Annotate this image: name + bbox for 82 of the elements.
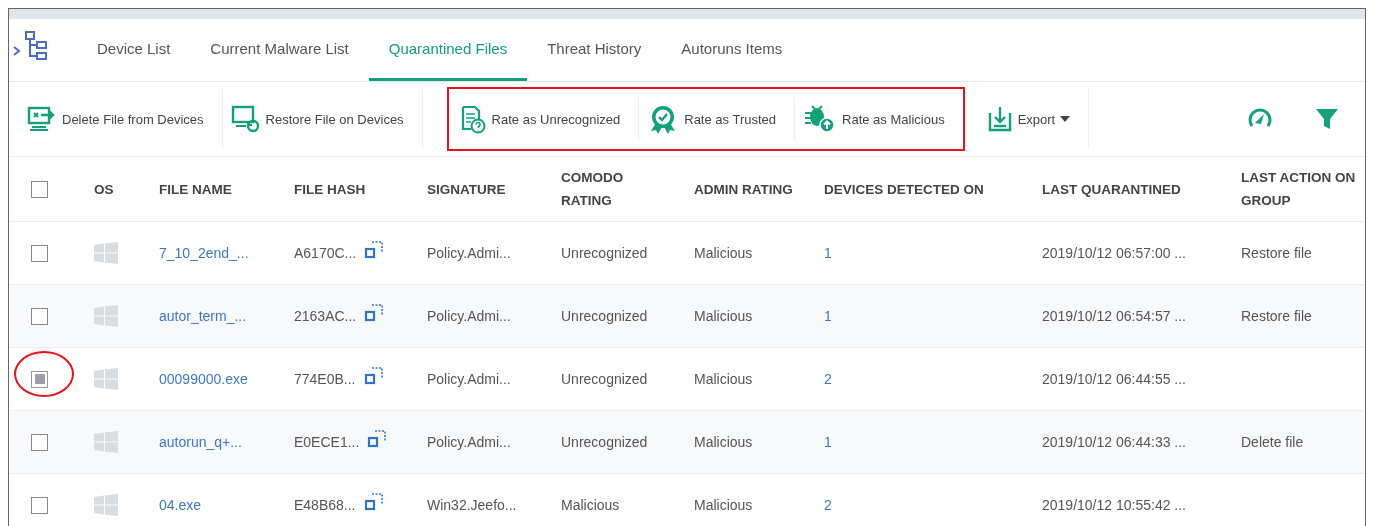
monitor-icon: [27, 106, 57, 132]
device-count-link[interactable]: 1: [824, 245, 832, 261]
table-cell: 2019/10/12 06:44:55 ...: [1042, 371, 1186, 387]
column-header[interactable]: SIGNATURE: [427, 177, 506, 201]
table-cell: 774E0B...: [294, 371, 356, 387]
toolbar-button[interactable]: Delete File from Devices: [19, 97, 222, 141]
windows-icon: [94, 368, 118, 390]
table-cell: Policy.Admi...: [427, 245, 511, 261]
table-cell: Malicious: [694, 245, 753, 261]
windows-icon: [94, 494, 118, 516]
file-name-link[interactable]: 00099000.exe: [159, 371, 248, 387]
copy-icon[interactable]: [363, 366, 384, 386]
table-cell: Unrecognized: [561, 434, 648, 450]
tab[interactable]: Threat History: [527, 19, 662, 81]
column-header[interactable]: COMODO RATING: [561, 166, 676, 212]
table-cell: Policy.Admi...: [427, 434, 511, 450]
device-count-link[interactable]: 2: [824, 371, 832, 387]
checkbox[interactable]: [31, 370, 48, 388]
table-cell: Win32.Jeefo...: [427, 497, 517, 513]
table-cell: Restore file: [1241, 245, 1312, 261]
toolbar-button[interactable]: Restore File on Devices: [222, 97, 422, 141]
column-header[interactable]: FILE NAME: [159, 177, 232, 201]
download-icon: [986, 105, 1013, 133]
table-cell: Unrecognized: [561, 245, 648, 261]
tab[interactable]: Autoruns Items: [661, 19, 803, 81]
column-header[interactable]: ADMIN RATING: [694, 177, 793, 201]
table-cell: Malicious: [561, 497, 620, 513]
table-cell: Restore file: [1241, 308, 1312, 324]
table-cell: Malicious: [694, 308, 753, 324]
table-row[interactable]: 00099000.exe 774E0B... Policy.Admi... Unrecognized Malicious 2 2019/10/12 06:44:55 ...: [9, 348, 1365, 411]
file-name-link[interactable]: autor_term_...: [159, 308, 247, 324]
windows-icon: [94, 242, 118, 264]
checkbox[interactable]: [31, 496, 48, 514]
table-cell: 2019/10/12 10:55:42 ...: [1042, 497, 1186, 513]
tab[interactable]: Device List: [77, 19, 191, 81]
copy-icon[interactable]: [367, 429, 388, 449]
table-cell: 2019/10/12 06:57:00 ...: [1042, 245, 1186, 261]
table-row[interactable]: autor_term_... 2163AC... Policy.Admi... Unrecognized Malicious 1 2019/10/12 06:54:57 ... Restore file: [9, 285, 1365, 348]
device-count-link[interactable]: 1: [824, 308, 832, 324]
table-row[interactable]: autorun_q+... E0ECE1... Policy.Admi... Unrecognized Malicious 1 2019/10/12 06:44:33 ... Delete file: [9, 411, 1365, 474]
checkbox[interactable]: [31, 307, 48, 325]
windows-icon: [94, 431, 118, 453]
toolbar-button[interactable]: Rate as Unrecognized: [448, 97, 639, 141]
table-cell: Unrecognized: [561, 308, 648, 324]
table-cell: Malicious: [694, 371, 753, 387]
caret-icon: [1060, 116, 1071, 122]
table-cell: Malicious: [694, 434, 753, 450]
table-cell: Policy.Admi...: [427, 371, 511, 387]
column-header[interactable]: DEVICES DETECTED ON: [824, 177, 984, 201]
table-cell: 2019/10/12 06:54:57 ...: [1042, 308, 1186, 324]
column-header[interactable]: OS: [94, 177, 114, 201]
table-cell: E0ECE1...: [294, 434, 360, 450]
copy-icon[interactable]: [364, 240, 385, 260]
tab[interactable]: Current Malware List: [190, 19, 369, 81]
table-cell: Malicious: [694, 497, 753, 513]
monitor-icon: [230, 105, 261, 133]
column-header[interactable]: LAST ACTION ON GROUP: [1241, 166, 1365, 212]
device-count-link[interactable]: 2: [824, 497, 832, 513]
copy-icon[interactable]: [364, 303, 385, 323]
column-header[interactable]: FILE HASH: [294, 177, 366, 201]
file-name-link[interactable]: 7_10_2end_...: [159, 245, 249, 261]
file-name-link[interactable]: autorun_q+...: [159, 434, 242, 450]
file-name-link[interactable]: 04.exe: [159, 497, 202, 513]
filter-icon[interactable]: [1315, 107, 1339, 131]
tree-icon[interactable]: [11, 29, 49, 63]
dropdown-button[interactable]: Export: [978, 97, 1089, 141]
table-cell: 2163AC...: [294, 308, 357, 324]
table-cell: Delete file: [1241, 434, 1304, 450]
checkbox[interactable]: [31, 180, 48, 198]
toolbar-button[interactable]: Rate as Trusted: [638, 97, 795, 141]
windows-icon: [94, 305, 118, 327]
table-cell: Unrecognized: [561, 371, 648, 387]
table-cell: Policy.Admi...: [427, 308, 511, 324]
device-count-link[interactable]: 1: [824, 434, 832, 450]
checkbox[interactable]: [31, 433, 48, 451]
table-cell: E48B68...: [294, 497, 356, 513]
checkbox[interactable]: [31, 244, 48, 262]
table-cell: A6170C...: [294, 245, 357, 261]
toolbar-button[interactable]: Rate as Malicious: [794, 97, 963, 141]
column-header[interactable]: LAST QUARANTINED: [1042, 177, 1181, 201]
table-cell: 2019/10/12 06:44:33 ...: [1042, 434, 1186, 450]
copy-icon[interactable]: [363, 492, 384, 512]
